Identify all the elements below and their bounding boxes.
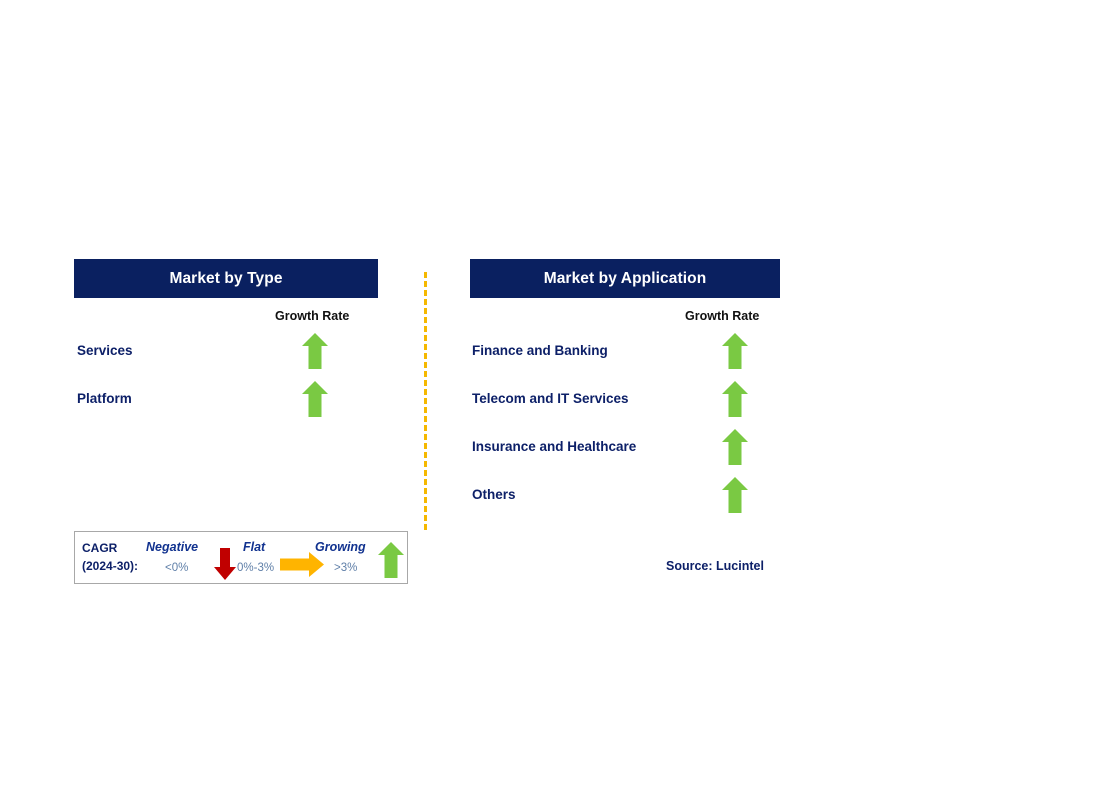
growth-indicator-services — [302, 333, 328, 369]
panel-divider — [424, 272, 427, 530]
row-label-platform: Platform — [77, 391, 132, 406]
panel-title-market-by-application: Market by Application — [470, 259, 780, 298]
legend-term-growing: Growing — [315, 540, 366, 554]
row-label-insurance-and-healthcare: Insurance and Healthcare — [472, 439, 637, 454]
row-label-telecom-and-it-services: Telecom and IT Services — [472, 391, 629, 406]
table-row: Services — [74, 333, 378, 381]
arrow-up-green-icon — [378, 542, 404, 578]
arrow-up-green-icon — [302, 333, 328, 369]
legend-icon-negative — [214, 548, 236, 585]
arrow-right-orange-icon — [280, 552, 324, 577]
arrow-up-green-icon — [722, 429, 748, 465]
arrow-up-green-icon — [722, 477, 748, 513]
table-row: Others — [470, 477, 780, 525]
legend-value-negative: <0% — [165, 562, 189, 574]
cagr-legend: CAGR (2024-30): Negative <0% Flat 0%-3% … — [74, 531, 408, 584]
arrow-up-green-icon — [722, 333, 748, 369]
table-row: Telecom and IT Services — [470, 381, 780, 429]
growth-rate-column-header: Growth Rate — [275, 309, 350, 323]
growth-indicator-platform — [302, 381, 328, 417]
legend-icon-flat — [280, 552, 324, 582]
growth-indicator-insurance-and-healthcare — [722, 429, 748, 465]
legend-value-flat: 0%-3% — [237, 562, 275, 574]
market-by-application-rows: Finance and Banking Telecom and IT Servi… — [470, 333, 780, 525]
market-by-application-panel: Market by Application Growth Rate Financ… — [470, 259, 780, 513]
table-row: Platform — [74, 381, 378, 429]
row-label-others: Others — [472, 487, 516, 502]
row-label-finance-and-banking: Finance and Banking — [472, 343, 608, 358]
arrow-up-green-icon — [302, 381, 328, 417]
legend-value-growing: >3% — [334, 562, 358, 574]
growth-rate-column-header: Growth Rate — [685, 309, 760, 323]
legend-cagr-line1: CAGR — [82, 541, 118, 555]
legend-cagr-label: CAGR (2024-30): — [82, 539, 138, 575]
market-by-type-rows: Services Platform — [74, 333, 378, 429]
arrow-up-green-icon — [722, 381, 748, 417]
table-row: Insurance and Healthcare — [470, 429, 780, 477]
market-by-type-panel: Market by Type Growth Rate Services Plat… — [74, 259, 378, 417]
arrow-down-red-icon — [214, 548, 236, 580]
row-label-services: Services — [77, 343, 133, 358]
table-row: Finance and Banking — [470, 333, 780, 381]
growth-indicator-finance-and-banking — [722, 333, 748, 369]
growth-indicator-others — [722, 477, 748, 513]
legend-term-flat: Flat — [243, 540, 266, 554]
panel-title-market-by-type: Market by Type — [74, 259, 378, 298]
legend-icon-growing — [378, 542, 404, 583]
legend-cagr-line2: (2024-30): — [82, 559, 139, 573]
growth-indicator-telecom-and-it-services — [722, 381, 748, 417]
source-attribution: Source: Lucintel — [666, 559, 764, 573]
legend-term-negative: Negative — [146, 540, 199, 554]
